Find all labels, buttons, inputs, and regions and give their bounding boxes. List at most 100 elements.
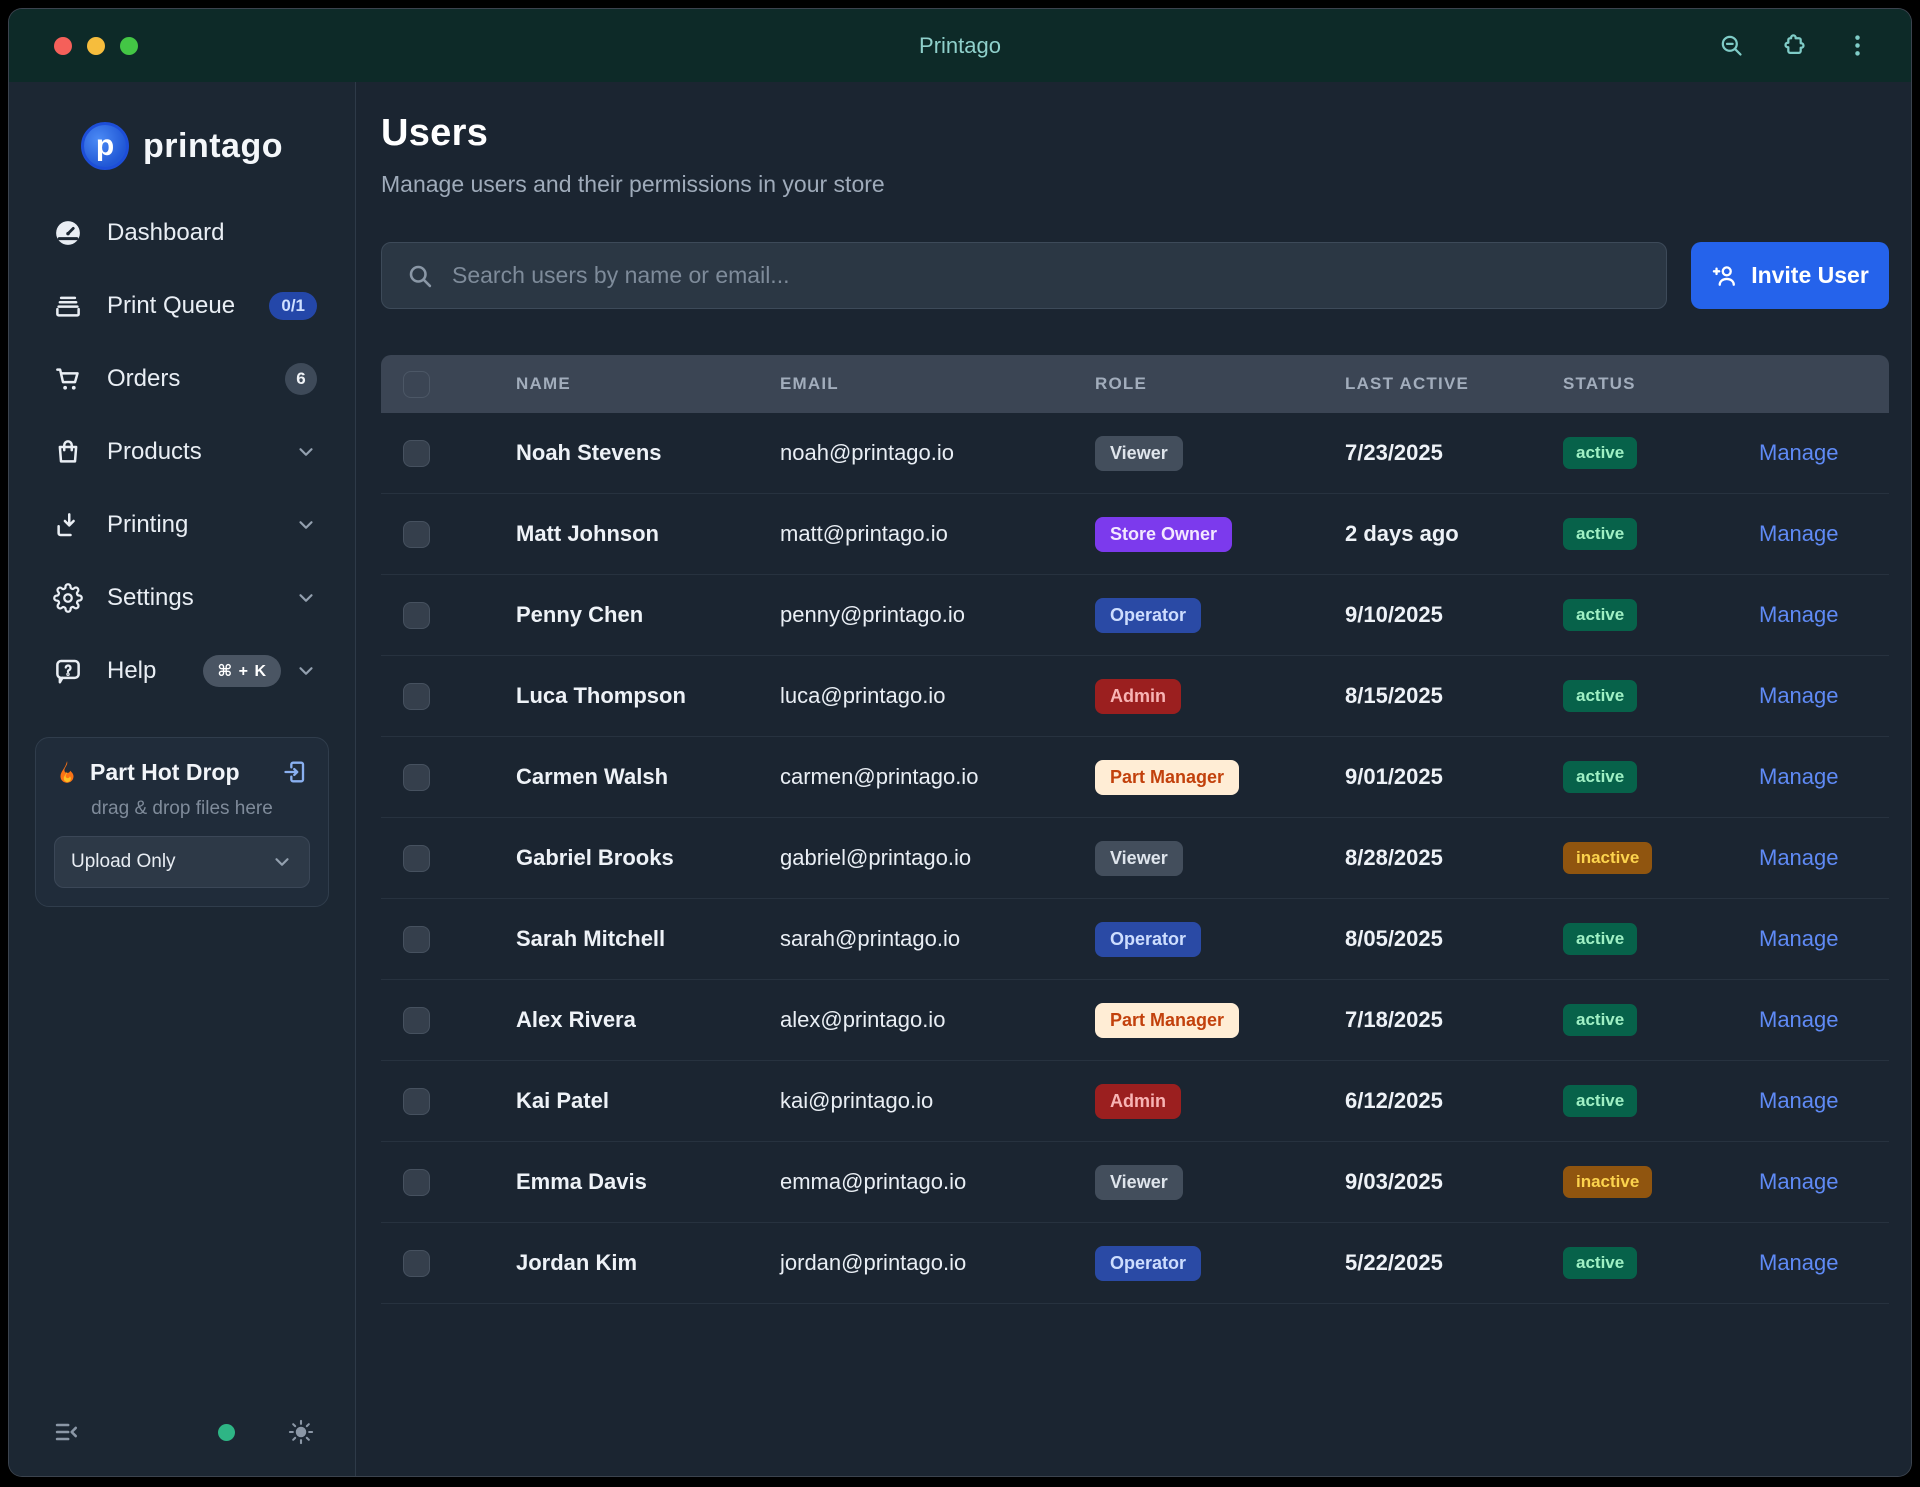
user-email: matt@printago.io [780, 521, 1095, 547]
manage-link[interactable]: Manage [1759, 683, 1839, 708]
sidebar-item-settings[interactable]: Settings [9, 561, 355, 634]
table-row: Alex Rivera alex@printago.io Part Manage… [381, 980, 1889, 1061]
user-name: Carmen Walsh [516, 764, 780, 790]
zoom-out-icon[interactable] [1718, 32, 1745, 59]
user-email: alex@printago.io [780, 1007, 1095, 1033]
user-email: noah@printago.io [780, 440, 1095, 466]
cart-icon [53, 364, 83, 394]
sidebar-nav: Dashboard Print Queue 0/1 Orders 6 Produ… [9, 196, 355, 707]
table-row: Gabriel Brooks gabriel@printago.io Viewe… [381, 818, 1889, 899]
part-hot-drop-card[interactable]: Part Hot Drop drag & drop files here Upl… [35, 737, 329, 907]
printago-logo-icon: p [81, 122, 129, 170]
upload-mode-select[interactable]: Upload Only [54, 836, 310, 888]
gear-icon [53, 583, 83, 613]
status-badge: active [1563, 437, 1637, 469]
sidebar-item-label: Help [107, 657, 156, 685]
last-active: 7/23/2025 [1345, 440, 1563, 466]
file-import-icon[interactable] [282, 758, 310, 786]
minimize-window-button[interactable] [87, 37, 105, 55]
chevron-down-icon [295, 660, 317, 682]
main-content: Users Manage users and their permissions… [356, 82, 1911, 1476]
sidebar-item-print-queue[interactable]: Print Queue 0/1 [9, 269, 355, 342]
role-badge: Viewer [1095, 436, 1183, 471]
user-email: emma@printago.io [780, 1169, 1095, 1195]
status-badge: active [1563, 1247, 1637, 1279]
sidebar-item-printing[interactable]: Printing [9, 488, 355, 561]
select-all-checkbox[interactable] [403, 371, 430, 398]
role-badge: Operator [1095, 598, 1201, 633]
row-checkbox[interactable] [403, 926, 430, 953]
row-checkbox[interactable] [403, 1088, 430, 1115]
manage-link[interactable]: Manage [1759, 926, 1839, 951]
sidebar-item-help[interactable]: Help ⌘ + K [9, 634, 355, 707]
app-window: Printago p printago Dashboard Pri [8, 8, 1912, 1477]
search-input[interactable] [452, 262, 1642, 289]
close-window-button[interactable] [54, 37, 72, 55]
row-checkbox[interactable] [403, 764, 430, 791]
user-email: luca@printago.io [780, 683, 1095, 709]
sidebar-item-label: Print Queue [107, 292, 235, 320]
column-header-email: EMAIL [780, 374, 1095, 394]
theme-sun-icon[interactable] [287, 1418, 315, 1446]
table-row: Noah Stevens noah@printago.io Viewer 7/2… [381, 413, 1889, 494]
status-badge: active [1563, 1085, 1637, 1117]
bag-icon [53, 437, 83, 467]
row-checkbox[interactable] [403, 521, 430, 548]
manage-link[interactable]: Manage [1759, 602, 1839, 627]
role-badge: Operator [1095, 922, 1201, 957]
sidebar-item-label: Orders [107, 365, 180, 393]
hot-drop-hint: drag & drop files here [54, 798, 310, 820]
manage-link[interactable]: Manage [1759, 1088, 1839, 1113]
manage-link[interactable]: Manage [1759, 764, 1839, 789]
manage-link[interactable]: Manage [1759, 1007, 1839, 1032]
last-active: 9/01/2025 [1345, 764, 1563, 790]
user-name: Emma Davis [516, 1169, 780, 1195]
manage-link[interactable]: Manage [1759, 1250, 1839, 1275]
titlebar: Printago [9, 9, 1911, 82]
manage-link[interactable]: Manage [1759, 1169, 1839, 1194]
sidebar-item-products[interactable]: Products [9, 415, 355, 488]
last-active: 9/03/2025 [1345, 1169, 1563, 1195]
orders-count-badge: 6 [285, 363, 317, 395]
status-badge: active [1563, 761, 1637, 793]
role-badge: Store Owner [1095, 517, 1232, 552]
sidebar-item-dashboard[interactable]: Dashboard [9, 196, 355, 269]
row-checkbox[interactable] [403, 845, 430, 872]
upload-mode-value: Upload Only [71, 851, 176, 873]
role-badge: Viewer [1095, 1165, 1183, 1200]
page-title: Users [381, 112, 1889, 155]
row-checkbox[interactable] [403, 1169, 430, 1196]
row-checkbox[interactable] [403, 602, 430, 629]
user-email: gabriel@printago.io [780, 845, 1095, 871]
user-plus-icon [1711, 262, 1739, 290]
maximize-window-button[interactable] [120, 37, 138, 55]
row-checkbox[interactable] [403, 1007, 430, 1034]
last-active: 6/12/2025 [1345, 1088, 1563, 1114]
invite-user-button[interactable]: Invite User [1691, 242, 1889, 309]
user-name: Penny Chen [516, 602, 780, 628]
table-row: Kai Patel kai@printago.io Admin 6/12/202… [381, 1061, 1889, 1142]
row-checkbox[interactable] [403, 1250, 430, 1277]
sidebar-item-label: Settings [107, 584, 194, 612]
collapse-sidebar-icon[interactable] [53, 1418, 81, 1446]
table-row: Sarah Mitchell sarah@printago.io Operato… [381, 899, 1889, 980]
overflow-menu-icon[interactable] [1844, 32, 1871, 59]
status-badge: inactive [1563, 1166, 1652, 1198]
user-name: Noah Stevens [516, 440, 780, 466]
sidebar-item-orders[interactable]: Orders 6 [9, 342, 355, 415]
window-controls [54, 37, 138, 55]
manage-link[interactable]: Manage [1759, 521, 1839, 546]
role-badge: Viewer [1095, 841, 1183, 876]
user-name: Gabriel Brooks [516, 845, 780, 871]
manage-link[interactable]: Manage [1759, 845, 1839, 870]
row-checkbox[interactable] [403, 683, 430, 710]
manage-link[interactable]: Manage [1759, 440, 1839, 465]
status-dot [218, 1424, 235, 1441]
extensions-icon[interactable] [1781, 32, 1808, 59]
invite-user-label: Invite User [1751, 262, 1869, 289]
row-checkbox[interactable] [403, 440, 430, 467]
print-queue-count-badge: 0/1 [269, 292, 317, 320]
sidebar: p printago Dashboard Print Queue 0/1 Ord… [9, 82, 356, 1476]
sidebar-item-label: Printing [107, 511, 188, 539]
column-header-status: STATUS [1563, 374, 1759, 394]
